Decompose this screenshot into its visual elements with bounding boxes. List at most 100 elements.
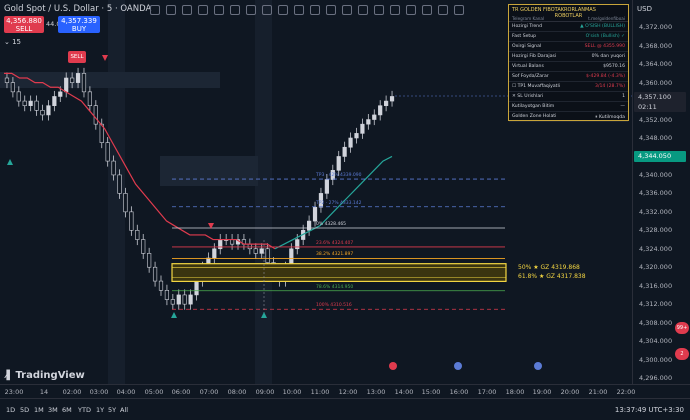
panel-row: ☐ TP1 Muvaffaqiyatli 3/14 (28.7%) [509, 82, 628, 92]
tool-icon[interactable] [390, 5, 400, 15]
price-tick: 4,360.000 [639, 78, 673, 87]
tool-icon[interactable] [326, 5, 336, 15]
tool-icon[interactable] [454, 5, 464, 15]
sell-label: SELL [15, 25, 33, 33]
time-tick: 20:00 [560, 388, 580, 396]
price-tick: 4,352.000 [639, 115, 673, 124]
range-button-5d[interactable]: 5D [20, 406, 29, 414]
bottom-toolbar: 1D 5D 1M 3M 6M YTD 1Y 5Y All 13:37:49 UTC+3:30 [0, 398, 690, 420]
event-flag-icon [454, 362, 462, 370]
candle-body [188, 294, 193, 305]
tool-icon[interactable] [182, 5, 192, 15]
tool-icon[interactable] [358, 5, 368, 15]
tool-icon[interactable] [166, 5, 176, 15]
range-button-5y[interactable]: 5Y [108, 406, 116, 414]
price-chart[interactable]: Gold Spot / U.S. Dollar · 5 · OANDA 4,35… [0, 0, 632, 384]
supply-zone [0, 72, 220, 88]
tool-icon[interactable] [246, 5, 256, 15]
range-button-1y[interactable]: 1Y [96, 406, 104, 414]
candle-body [182, 294, 187, 305]
tool-icon[interactable] [294, 5, 304, 15]
candle-body [105, 142, 110, 162]
chart-toolbar [150, 5, 464, 15]
tool-icon[interactable] [278, 5, 288, 15]
candle-body [170, 299, 175, 305]
candle-body [372, 114, 377, 120]
event-flag-icon [534, 362, 542, 370]
time-tick: 13:00 [366, 388, 386, 396]
tool-icon[interactable] [262, 5, 272, 15]
time-axis[interactable]: 23:00 14 02:00 03:00 04:00 05:00 06:00 07:00 08:… [0, 384, 690, 398]
candle-body [52, 96, 57, 106]
panel-row-value: ⏸ Kutilmoqda [595, 114, 625, 120]
tool-icon[interactable] [438, 5, 448, 15]
candle-body [259, 248, 264, 254]
panel-row-label: ☐ TP1 Muvaffaqiyatli [512, 84, 561, 89]
tradingview-logo-text: TradingView [15, 370, 85, 381]
candle-body [366, 119, 371, 125]
candle-body [40, 110, 45, 116]
panel-subtitle-right: t.me/goldenfiboai [588, 16, 625, 21]
candle-body [135, 230, 140, 240]
range-button-all[interactable]: All [120, 406, 128, 414]
chevron-down-icon: ⌄ [4, 38, 13, 46]
indicators-toggle[interactable]: ⌄ 15 [4, 38, 21, 46]
price-tick: 4,312.000 [639, 300, 673, 309]
range-button-1d[interactable]: 1D [6, 406, 15, 414]
panel-row-value: SELL @ 4355.990 [584, 44, 625, 49]
tradingview-logo: ⁄▌ TradingView [6, 370, 85, 381]
time-tick: 07:00 [199, 388, 219, 396]
tool-icon[interactable] [198, 5, 208, 15]
sell-button[interactable]: 4,356.880 SELL [4, 16, 44, 33]
candle-body [64, 77, 69, 93]
range-button-ytd[interactable]: YTD [78, 406, 91, 414]
panel-row-value: O'sish (Bullish) ✓ [585, 34, 625, 39]
panel-row-value: 0% dan yuqori [591, 54, 625, 59]
tool-icon[interactable] [230, 5, 240, 15]
range-button-6m[interactable]: 6M [62, 406, 72, 414]
time-tick: 21:00 [588, 388, 608, 396]
time-tick: 16:00 [449, 388, 469, 396]
tool-icon[interactable] [342, 5, 352, 15]
alert-badge[interactable]: 2 [675, 348, 689, 360]
time-tick: 14 [39, 388, 49, 396]
candle-body [46, 105, 51, 116]
tool-icon[interactable] [406, 5, 416, 15]
currency-label[interactable]: USD [637, 5, 652, 13]
candle-body [28, 100, 33, 106]
candle-body [295, 239, 300, 250]
clock[interactable]: 13:37:49 UTC+3:30 [615, 406, 684, 414]
price-tick: 4,316.000 [639, 281, 673, 290]
golden-fibo-panel: TR GOLDEN FIBO TAKRORLANMAS ROBOTLAR Tel… [508, 4, 629, 122]
panel-row-label: Hozirgi Trend [512, 24, 542, 29]
symbol-title[interactable]: Gold Spot / U.S. Dollar · 5 · OANDA [4, 4, 151, 14]
price-tick: 4,296.000 [639, 374, 673, 382]
candle-body [360, 123, 365, 134]
panel-row: Hozirgi Trend ▲ O'SISH (BULLISH) [509, 22, 628, 32]
panel-row-value: ▲ O'SISH (BULLISH) [580, 24, 625, 29]
candle-body [164, 290, 170, 300]
tool-icon[interactable] [150, 5, 160, 15]
tool-icon[interactable] [310, 5, 320, 15]
notification-badge[interactable]: 99+ [675, 322, 689, 334]
price-tick: 4,304.000 [639, 337, 673, 346]
panel-row-value: 3/14 (28.7%) [595, 84, 625, 89]
range-button-3m[interactable]: 3M [48, 406, 58, 414]
tool-icon[interactable] [214, 5, 224, 15]
range-button-1m[interactable]: 1M [34, 406, 44, 414]
buy-button[interactable]: 4,357.339 BUY [58, 16, 100, 33]
fib-level-label: 23.6% 4324.407 [316, 240, 354, 246]
panel-row: Fast Setup O'sish (Bullish) ✓ [509, 32, 628, 42]
candle-body [87, 91, 93, 106]
tool-icon[interactable] [422, 5, 432, 15]
price-tick: 4,348.000 [639, 134, 673, 142]
candle-body [141, 239, 146, 254]
candle-body [378, 105, 383, 116]
candle-body [229, 239, 235, 245]
price-tick: 4,372.000 [639, 23, 673, 32]
tool-icon[interactable] [374, 5, 384, 15]
bar-countdown: 02:11 [638, 103, 657, 111]
panel-row-value: — [620, 104, 625, 109]
fib-level-label: 78.6% 4314.950 [316, 284, 354, 290]
candle-body [147, 253, 152, 268]
